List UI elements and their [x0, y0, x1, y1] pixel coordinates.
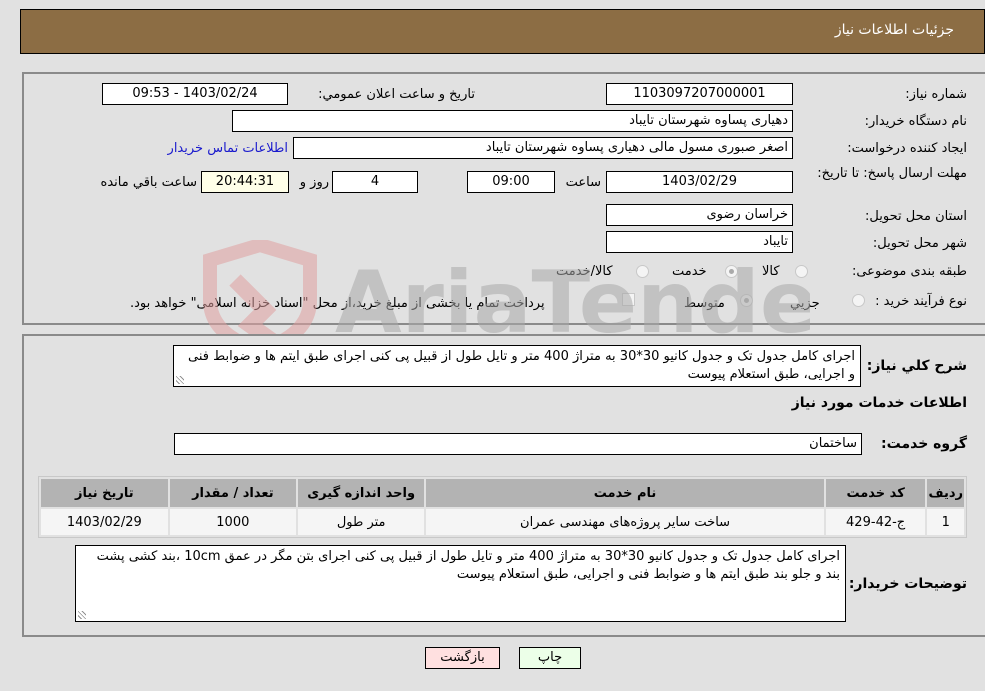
category-goods-service-radio[interactable] — [636, 265, 649, 278]
days-label: روز و — [299, 175, 329, 190]
time-remaining-field: 20:44:31 — [201, 171, 289, 193]
table-header-row: رديف کد خدمت نام خدمت واحد اندازه گيری ت… — [41, 479, 964, 507]
col-quantity: تعداد / مقدار — [169, 479, 296, 507]
cell-row-number: 1 — [927, 509, 964, 535]
col-service-code: کد خدمت — [825, 479, 926, 507]
category-label: طبقه بندی موضوعی: — [851, 264, 967, 279]
treasury-note: پرداخت تمام یا بخشی از مبلغ خرید،از محل … — [130, 296, 545, 311]
col-need-date: تاريخ نياز — [41, 479, 168, 507]
category-goods-label: کالا — [762, 264, 780, 279]
page-title: جزئیات اطلاعات نیاز — [834, 22, 954, 38]
cell-quantity: 1000 — [169, 509, 296, 535]
category-service-label: خدمت — [672, 264, 707, 279]
time-remaining-label: ساعت باقي مانده — [100, 175, 197, 190]
buyer-notes-label: توضيحات خريدار: — [848, 576, 967, 592]
requester-label: ایجاد کننده درخواست: — [847, 141, 967, 156]
summary-label: شرح کلي نياز: — [866, 358, 967, 374]
days-remaining-field: 4 — [332, 171, 418, 193]
city-field: تایباد — [606, 231, 793, 253]
deadline-time-label: ساعت — [565, 175, 601, 190]
purchase-medium-radio[interactable] — [740, 294, 753, 307]
deadline-label: مهلت ارسال پاسخ: تا تاریخ: — [817, 166, 967, 181]
cell-need-date: 1403/02/29 — [41, 509, 168, 535]
category-goods-service-label: کالا/خدمت — [556, 264, 613, 279]
announce-datetime-field: 1403/02/24 - 09:53 — [102, 83, 288, 105]
purchase-medium-label: متوسط — [684, 296, 725, 311]
province-label: استان محل تحويل: — [865, 209, 967, 224]
announce-datetime-label: تاریخ و ساعت اعلان عمومي: — [318, 87, 475, 102]
cell-service-name: ساخت سایر پروژه‌های مهندسی عمران — [426, 509, 824, 535]
buyer-notes-textarea[interactable]: اجرای کامل جدول تک و جدول کانیو 30*30 به… — [75, 545, 846, 622]
service-group-field: ساختمان — [174, 433, 862, 455]
need-number-label: شماره نیاز: — [905, 87, 967, 102]
deadline-time-field: 09:00 — [467, 171, 555, 193]
deadline-date-field: 1403/02/29 — [606, 171, 793, 193]
purchase-type-label: نوع فرآیند خرید : — [875, 294, 967, 309]
buyer-org-field: دهیاری پساوه شهرستان تایباد — [232, 110, 793, 132]
purchase-minor-label: جزيي — [790, 296, 820, 311]
resize-handle-icon[interactable] — [176, 376, 184, 384]
print-button[interactable]: چاپ — [519, 647, 581, 669]
service-group-label: گروه خدمت: — [881, 436, 967, 452]
treasury-checkbox[interactable] — [622, 293, 635, 306]
purchase-minor-radio[interactable] — [852, 294, 865, 307]
col-service-name: نام خدمت — [426, 479, 824, 507]
need-number-field: 1103097207000001 — [606, 83, 793, 105]
cell-unit: متر طول — [298, 509, 425, 535]
col-unit: واحد اندازه گيری — [298, 479, 425, 507]
page-header: جزئیات اطلاعات نیاز — [20, 9, 985, 54]
table-row: 1 ج-42-429 ساخت سایر پروژه‌های مهندسی عم… — [41, 509, 964, 535]
buyer-contact-link[interactable]: اطلاعات تماس خريدار — [168, 141, 288, 156]
services-table: رديف کد خدمت نام خدمت واحد اندازه گيری ت… — [38, 476, 967, 538]
summary-textarea[interactable]: اجرای کامل جدول تک و جدول کانیو 30*30 به… — [173, 345, 861, 387]
province-field: خراسان رضوی — [606, 204, 793, 226]
back-button[interactable]: بازگشت — [425, 647, 500, 669]
buyer-notes-text: اجرای کامل جدول تک و جدول کانیو 30*30 به… — [96, 549, 840, 582]
category-goods-radio[interactable] — [795, 265, 808, 278]
resize-handle-icon[interactable] — [78, 611, 86, 619]
category-service-radio[interactable] — [725, 265, 738, 278]
cell-service-code: ج-42-429 — [825, 509, 926, 535]
services-section-title: اطلاعات خدمات مورد نياز — [791, 395, 967, 411]
requester-field: اصغر صبوری مسول مالی دهیاری پساوه شهرستا… — [293, 137, 793, 159]
col-row-number: رديف — [927, 479, 964, 507]
city-label: شهر محل تحويل: — [872, 236, 967, 251]
buyer-org-label: نام دستگاه خريدار: — [864, 114, 967, 129]
summary-text: اجرای کامل جدول تک و جدول کانیو 30*30 به… — [188, 349, 855, 382]
